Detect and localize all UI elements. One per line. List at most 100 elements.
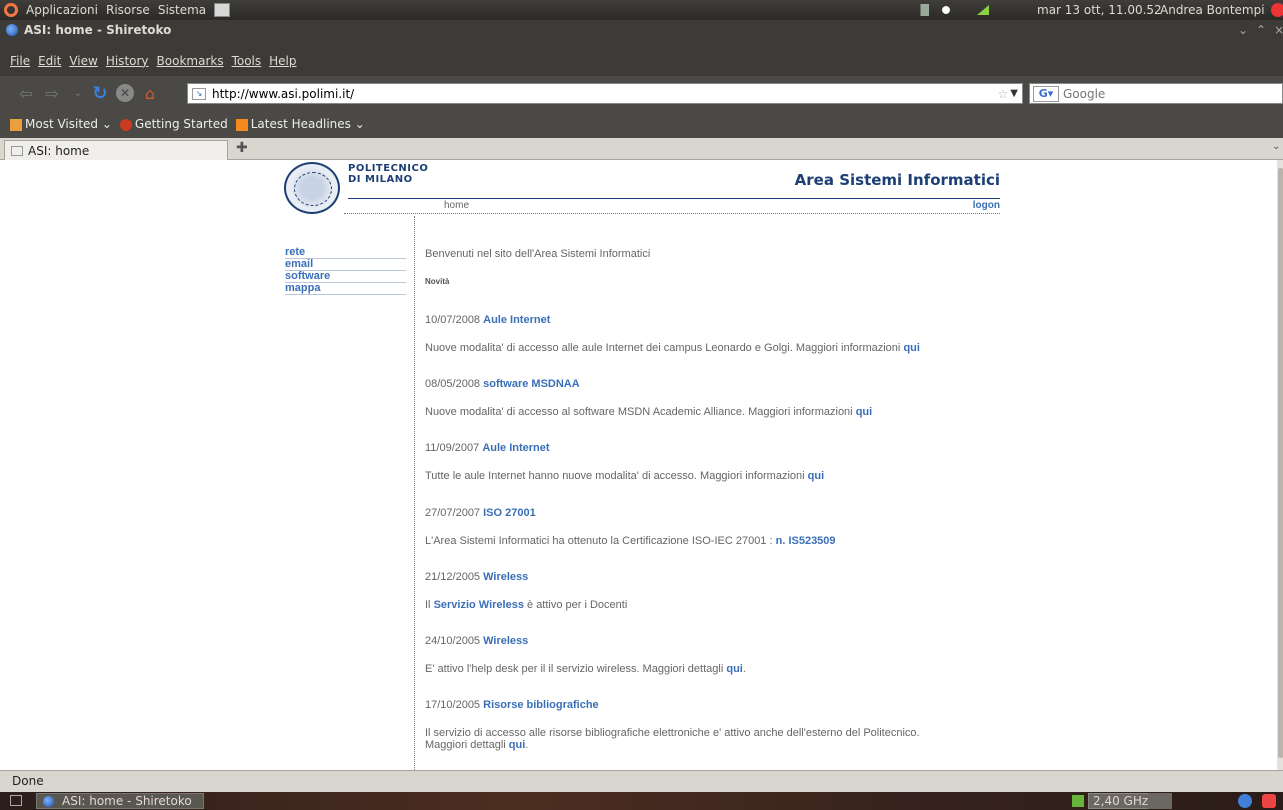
- network-icon[interactable]: [915, 4, 929, 16]
- news-title-link[interactable]: Aule Internet: [482, 442, 549, 454]
- firefox-icon: [43, 795, 54, 807]
- news-body: L'Area Sistemi Informatici ha ottenuto l…: [425, 535, 836, 547]
- window-titlebar[interactable]: ASI: home - Shiretoko ⌄⌃×: [0, 20, 1283, 40]
- reload-button[interactable]: ↻: [90, 83, 110, 104]
- bottom-panel: ASI: home - Shiretoko 2,40 GHz: [0, 792, 1283, 810]
- logo-line-1: POLITECNICO: [348, 163, 429, 174]
- nav-link-mappa[interactable]: mappa: [285, 283, 406, 295]
- news-item: 17/10/2005 Risorse bibliografiche Il ser…: [425, 699, 985, 751]
- trash-icon[interactable]: [1262, 794, 1276, 808]
- news-title-link[interactable]: Risorse bibliografiche: [483, 699, 599, 711]
- navigation-toolbar: ⇦ ⇨ ⌄ ↻ ✕ ⌂ ↘ ☆ ▼ G▾: [0, 76, 1283, 110]
- header-divider: [348, 198, 1000, 199]
- news-body: Nuove modalita' di accesso alle aule Int…: [425, 342, 920, 354]
- news-title-link[interactable]: ISO 27001: [483, 507, 536, 519]
- news-title-link[interactable]: Aule Internet: [483, 314, 550, 326]
- status-bar: Done: [0, 770, 1283, 792]
- novita-heading: Novità: [425, 277, 450, 286]
- weather-icon[interactable]: [939, 4, 953, 16]
- update-notifier-icon[interactable]: [1238, 794, 1252, 808]
- site-favicon-icon: ↘: [192, 87, 206, 100]
- bookmark-most-visited[interactable]: Most Visited ⌄: [10, 117, 112, 131]
- column-divider: [414, 216, 415, 770]
- power-icon[interactable]: [1271, 3, 1283, 17]
- news-more-link[interactable]: qui: [808, 470, 825, 482]
- news-title-link[interactable]: Wireless: [483, 635, 528, 647]
- search-bar[interactable]: G▾: [1029, 83, 1283, 104]
- news-body: Il Servizio Wireless è attivo per i Doce…: [425, 599, 628, 611]
- tab-label: ASI: home: [28, 143, 90, 158]
- news-body: Tutte le aule Internet hanno nuove modal…: [425, 470, 825, 482]
- news-item: 21/12/2005 Wireless Il Servizio Wireless…: [425, 571, 985, 611]
- menu-history[interactable]: History: [106, 54, 149, 76]
- news-date: 24/10/2005: [425, 635, 481, 647]
- sub-navigation: home logon: [344, 200, 1000, 214]
- subnav-home-link[interactable]: home: [444, 200, 469, 211]
- back-button[interactable]: ⇦: [16, 83, 36, 103]
- forward-button[interactable]: ⇨: [42, 83, 62, 103]
- stop-button[interactable]: ✕: [116, 84, 134, 102]
- left-navigation: rete email software mappa: [285, 247, 406, 295]
- menu-bookmarks[interactable]: Bookmarks: [157, 54, 224, 76]
- news-more-link[interactable]: n. IS523509: [776, 535, 836, 547]
- logo-line-2: DI MILANO: [348, 174, 413, 185]
- folder-icon: [10, 118, 22, 131]
- news-more-link[interactable]: Servizio Wireless: [434, 599, 524, 611]
- welcome-text: Benvenuti nel sito dell'Area Sistemi Inf…: [425, 248, 651, 260]
- url-bar[interactable]: ↘ ☆ ▼: [187, 83, 1023, 104]
- bookmark-latest-headlines[interactable]: Latest Headlines ⌄: [235, 117, 365, 131]
- menu-view[interactable]: View: [69, 54, 97, 76]
- search-input[interactable]: [1063, 86, 1282, 101]
- home-button[interactable]: ⌂: [140, 83, 160, 103]
- menu-edit[interactable]: Edit: [38, 54, 61, 76]
- news-body: Il servizio di accesso alle risorse bibl…: [425, 727, 920, 751]
- tab-list-icon[interactable]: ⌄: [1272, 141, 1280, 152]
- new-tab-button[interactable]: ✚: [236, 140, 248, 156]
- news-title-link[interactable]: Wireless: [483, 571, 528, 583]
- panel-menu-sistema[interactable]: Sistema: [158, 3, 206, 17]
- show-desktop-icon[interactable]: [10, 795, 22, 806]
- scrollbar-thumb[interactable]: [1278, 168, 1283, 758]
- menu-help[interactable]: Help: [269, 54, 296, 76]
- news-date: 27/07/2007: [425, 507, 481, 519]
- news-more-link[interactable]: qui: [726, 663, 743, 675]
- rss-icon: [235, 118, 248, 131]
- panel-clock[interactable]: mar 13 ott, 11.00.52: [1037, 3, 1162, 17]
- news-body: Nuove modalita' di accesso al software M…: [425, 406, 873, 418]
- panel-launcher-icon[interactable]: [214, 3, 231, 17]
- url-input[interactable]: [212, 86, 998, 101]
- news-body: E' attivo l'help desk per il il servizio…: [425, 663, 746, 675]
- cpu-frequency-applet[interactable]: 2,40 GHz: [1072, 793, 1154, 809]
- panel-user[interactable]: Andrea Bontempi: [1160, 3, 1265, 17]
- taskbar-window-button[interactable]: ASI: home - Shiretoko: [36, 793, 204, 809]
- page-scrollbar[interactable]: [1277, 160, 1283, 770]
- firefox-launcher-icon[interactable]: [1148, 793, 1172, 809]
- signal-icon[interactable]: [977, 5, 989, 15]
- tab-asi-home[interactable]: ASI: home: [4, 140, 228, 160]
- bookmark-star-icon[interactable]: ☆: [998, 87, 1009, 101]
- news-date: 21/12/2005: [425, 571, 481, 583]
- search-engine-icon[interactable]: G▾: [1033, 85, 1059, 102]
- url-dropdown-icon[interactable]: ▼: [1010, 88, 1018, 99]
- news-more-link[interactable]: qui: [903, 342, 920, 354]
- bookmark-getting-started[interactable]: Getting Started: [119, 117, 228, 131]
- news-title-link[interactable]: software MSDNAA: [483, 378, 580, 390]
- window-controls[interactable]: ⌄⌃×: [1238, 23, 1283, 37]
- menu-file[interactable]: File: [10, 54, 30, 76]
- site-title: Area Sistemi Informatici: [794, 171, 1000, 189]
- news-more-link[interactable]: qui: [856, 406, 873, 418]
- panel-menu-applicazioni[interactable]: Applicazioni: [26, 3, 98, 17]
- news-more-link[interactable]: qui: [509, 739, 526, 751]
- subnav-logon-link[interactable]: logon: [973, 200, 1000, 211]
- bookmarks-toolbar: Most Visited ⌄ Getting Started Latest He…: [0, 110, 1283, 138]
- menu-tools[interactable]: Tools: [232, 54, 262, 76]
- getting-started-icon: [119, 118, 132, 131]
- logo-text[interactable]: POLITECNICO DI MILANO: [348, 163, 428, 185]
- news-item: 24/10/2005 Wireless E' attivo l'help des…: [425, 635, 985, 675]
- window-title: ASI: home - Shiretoko: [24, 23, 172, 37]
- panel-menu-risorse[interactable]: Risorse: [106, 3, 150, 17]
- news-item: 10/07/2008 Aule Internet Nuove modalita'…: [425, 314, 985, 354]
- history-dropdown-icon[interactable]: ⌄: [68, 83, 88, 103]
- news-item: 08/05/2008 software MSDNAA Nuove modalit…: [425, 378, 985, 418]
- politecnico-seal-logo[interactable]: [284, 162, 340, 214]
